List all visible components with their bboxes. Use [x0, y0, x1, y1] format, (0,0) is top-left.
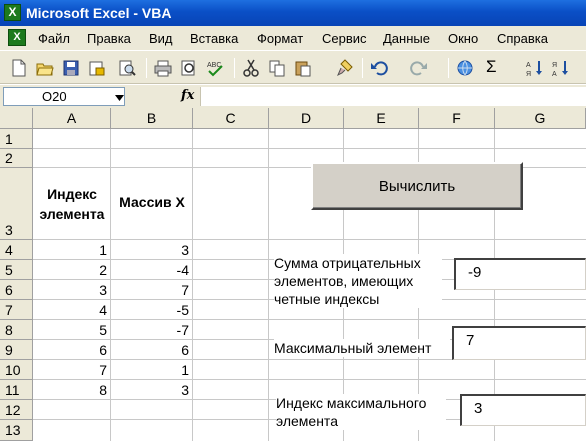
- column-header-f[interactable]: F: [419, 108, 495, 129]
- grid-line: [110, 129, 111, 441]
- new-icon[interactable]: [10, 59, 28, 77]
- svg-text:А: А: [526, 62, 531, 69]
- cell-b11[interactable]: 3: [115, 382, 189, 398]
- toolbar-separator: [146, 58, 147, 78]
- preview-icon[interactable]: [180, 59, 198, 77]
- cell-a4[interactable]: 1: [33, 242, 107, 258]
- cell-b9[interactable]: 6: [115, 342, 189, 358]
- print-icon[interactable]: [154, 59, 172, 77]
- select-all-corner[interactable]: [0, 108, 33, 129]
- menu-file[interactable]: Файл: [38, 31, 70, 46]
- menu-help[interactable]: Справка: [497, 31, 548, 46]
- menu-format[interactable]: Формат: [257, 31, 303, 46]
- chevron-down-icon[interactable]: [115, 95, 124, 101]
- max-index-label: Индекс максимального элемента: [276, 394, 446, 430]
- row-header-4[interactable]: 4: [0, 240, 33, 260]
- grid-line: [33, 379, 586, 380]
- max-index-result-field[interactable]: 3: [460, 394, 586, 426]
- insert-function-icon[interactable]: fx: [181, 88, 194, 103]
- row-header-3[interactable]: 3: [0, 168, 33, 240]
- row-header-11[interactable]: 11: [0, 380, 33, 400]
- cell-a5[interactable]: 2: [33, 262, 107, 278]
- grid-line: [192, 129, 193, 441]
- toolbar-separator: [362, 58, 363, 78]
- cut-icon[interactable]: [242, 59, 260, 77]
- permission-icon[interactable]: [88, 59, 106, 77]
- window-title: Microsoft Excel - VBA: [26, 5, 172, 21]
- cell-b7[interactable]: -5: [115, 302, 189, 318]
- column-header-b[interactable]: B: [111, 108, 193, 129]
- menu-tools[interactable]: Сервис: [322, 31, 367, 46]
- row-header-8[interactable]: 8: [0, 320, 33, 340]
- row-header-5[interactable]: 5: [0, 260, 33, 280]
- undo-icon[interactable]: [370, 59, 388, 77]
- row-header-9[interactable]: 9: [0, 340, 33, 360]
- cell-b8[interactable]: -7: [115, 322, 189, 338]
- standard-toolbar: ABC Σ АЯ ЯА: [0, 50, 586, 84]
- print-preview-icon[interactable]: [118, 59, 136, 77]
- copy-icon[interactable]: [268, 59, 286, 77]
- column-header-d[interactable]: D: [269, 108, 344, 129]
- name-box[interactable]: O20: [3, 87, 125, 106]
- open-icon[interactable]: [36, 59, 54, 77]
- paste-icon[interactable]: [294, 59, 312, 77]
- svg-text:Я: Я: [526, 71, 531, 77]
- cell-b5[interactable]: -4: [115, 262, 189, 278]
- workbook-icon[interactable]: X: [8, 29, 26, 46]
- menu-view[interactable]: Вид: [149, 31, 173, 46]
- cell-b3-header[interactable]: Массив X: [112, 194, 192, 210]
- svg-text:Я: Я: [552, 62, 557, 69]
- cell-a11[interactable]: 8: [33, 382, 107, 398]
- cell-b10[interactable]: 1: [115, 362, 189, 378]
- row-header-1[interactable]: 1: [0, 129, 33, 149]
- menu-edit[interactable]: Правка: [87, 31, 131, 46]
- cell-a10[interactable]: 7: [33, 362, 107, 378]
- grid-line: [33, 319, 586, 320]
- grid-line: [268, 129, 269, 441]
- cell-b4[interactable]: 3: [115, 242, 189, 258]
- menu-window[interactable]: Окно: [448, 31, 478, 46]
- formula-bar: O20 fx: [0, 85, 586, 108]
- column-header-g[interactable]: G: [495, 108, 586, 129]
- menu-bar: X Файл Правка Вид Вставка Формат Сервис …: [0, 26, 586, 50]
- sum-result-field[interactable]: -9: [454, 258, 586, 290]
- toolbar-separator: [234, 58, 235, 78]
- sort-ascending-icon[interactable]: АЯ: [526, 59, 544, 77]
- row-header-12[interactable]: 12: [0, 400, 33, 420]
- max-label: Максимальный элемент: [274, 339, 450, 357]
- sum-label: Сумма отрицательных элементов, имеющих ч…: [274, 254, 442, 308]
- grid-line: [33, 239, 586, 240]
- row-header-7[interactable]: 7: [0, 300, 33, 320]
- max-result-field[interactable]: 7: [452, 326, 586, 360]
- cell-a7[interactable]: 4: [33, 302, 107, 318]
- svg-text:А: А: [552, 71, 557, 77]
- hyperlink-icon[interactable]: [456, 59, 474, 77]
- spelling-icon[interactable]: ABC: [206, 59, 224, 77]
- row-header-10[interactable]: 10: [0, 360, 33, 380]
- redo-icon[interactable]: [410, 59, 428, 77]
- column-header-e[interactable]: E: [344, 108, 419, 129]
- calculate-button[interactable]: Вычислить: [311, 162, 523, 210]
- excel-logo-icon: X: [4, 4, 21, 21]
- format-painter-icon[interactable]: [336, 59, 354, 77]
- toolbar-separator: [448, 58, 449, 78]
- row-header-6[interactable]: 6: [0, 280, 33, 300]
- menu-insert[interactable]: Вставка: [190, 31, 238, 46]
- save-icon[interactable]: [62, 59, 80, 77]
- row-header-13[interactable]: 13: [0, 420, 33, 441]
- column-header-c[interactable]: C: [193, 108, 269, 129]
- cell-a6[interactable]: 3: [33, 282, 107, 298]
- cell-a8[interactable]: 5: [33, 322, 107, 338]
- row-header-2[interactable]: 2: [0, 149, 33, 168]
- cell-b6[interactable]: 7: [115, 282, 189, 298]
- menu-data[interactable]: Данные: [383, 31, 430, 46]
- title-bar: X Microsoft Excel - VBA: [0, 0, 586, 26]
- formula-input[interactable]: [200, 87, 586, 106]
- cell-a9[interactable]: 6: [33, 342, 107, 358]
- autosum-icon[interactable]: Σ: [486, 57, 500, 76]
- sort-descending-icon[interactable]: ЯА: [552, 59, 570, 77]
- grid-line: [33, 148, 586, 149]
- column-header-a[interactable]: A: [33, 108, 111, 129]
- cell-a3-header[interactable]: Индекс элемента: [34, 184, 110, 224]
